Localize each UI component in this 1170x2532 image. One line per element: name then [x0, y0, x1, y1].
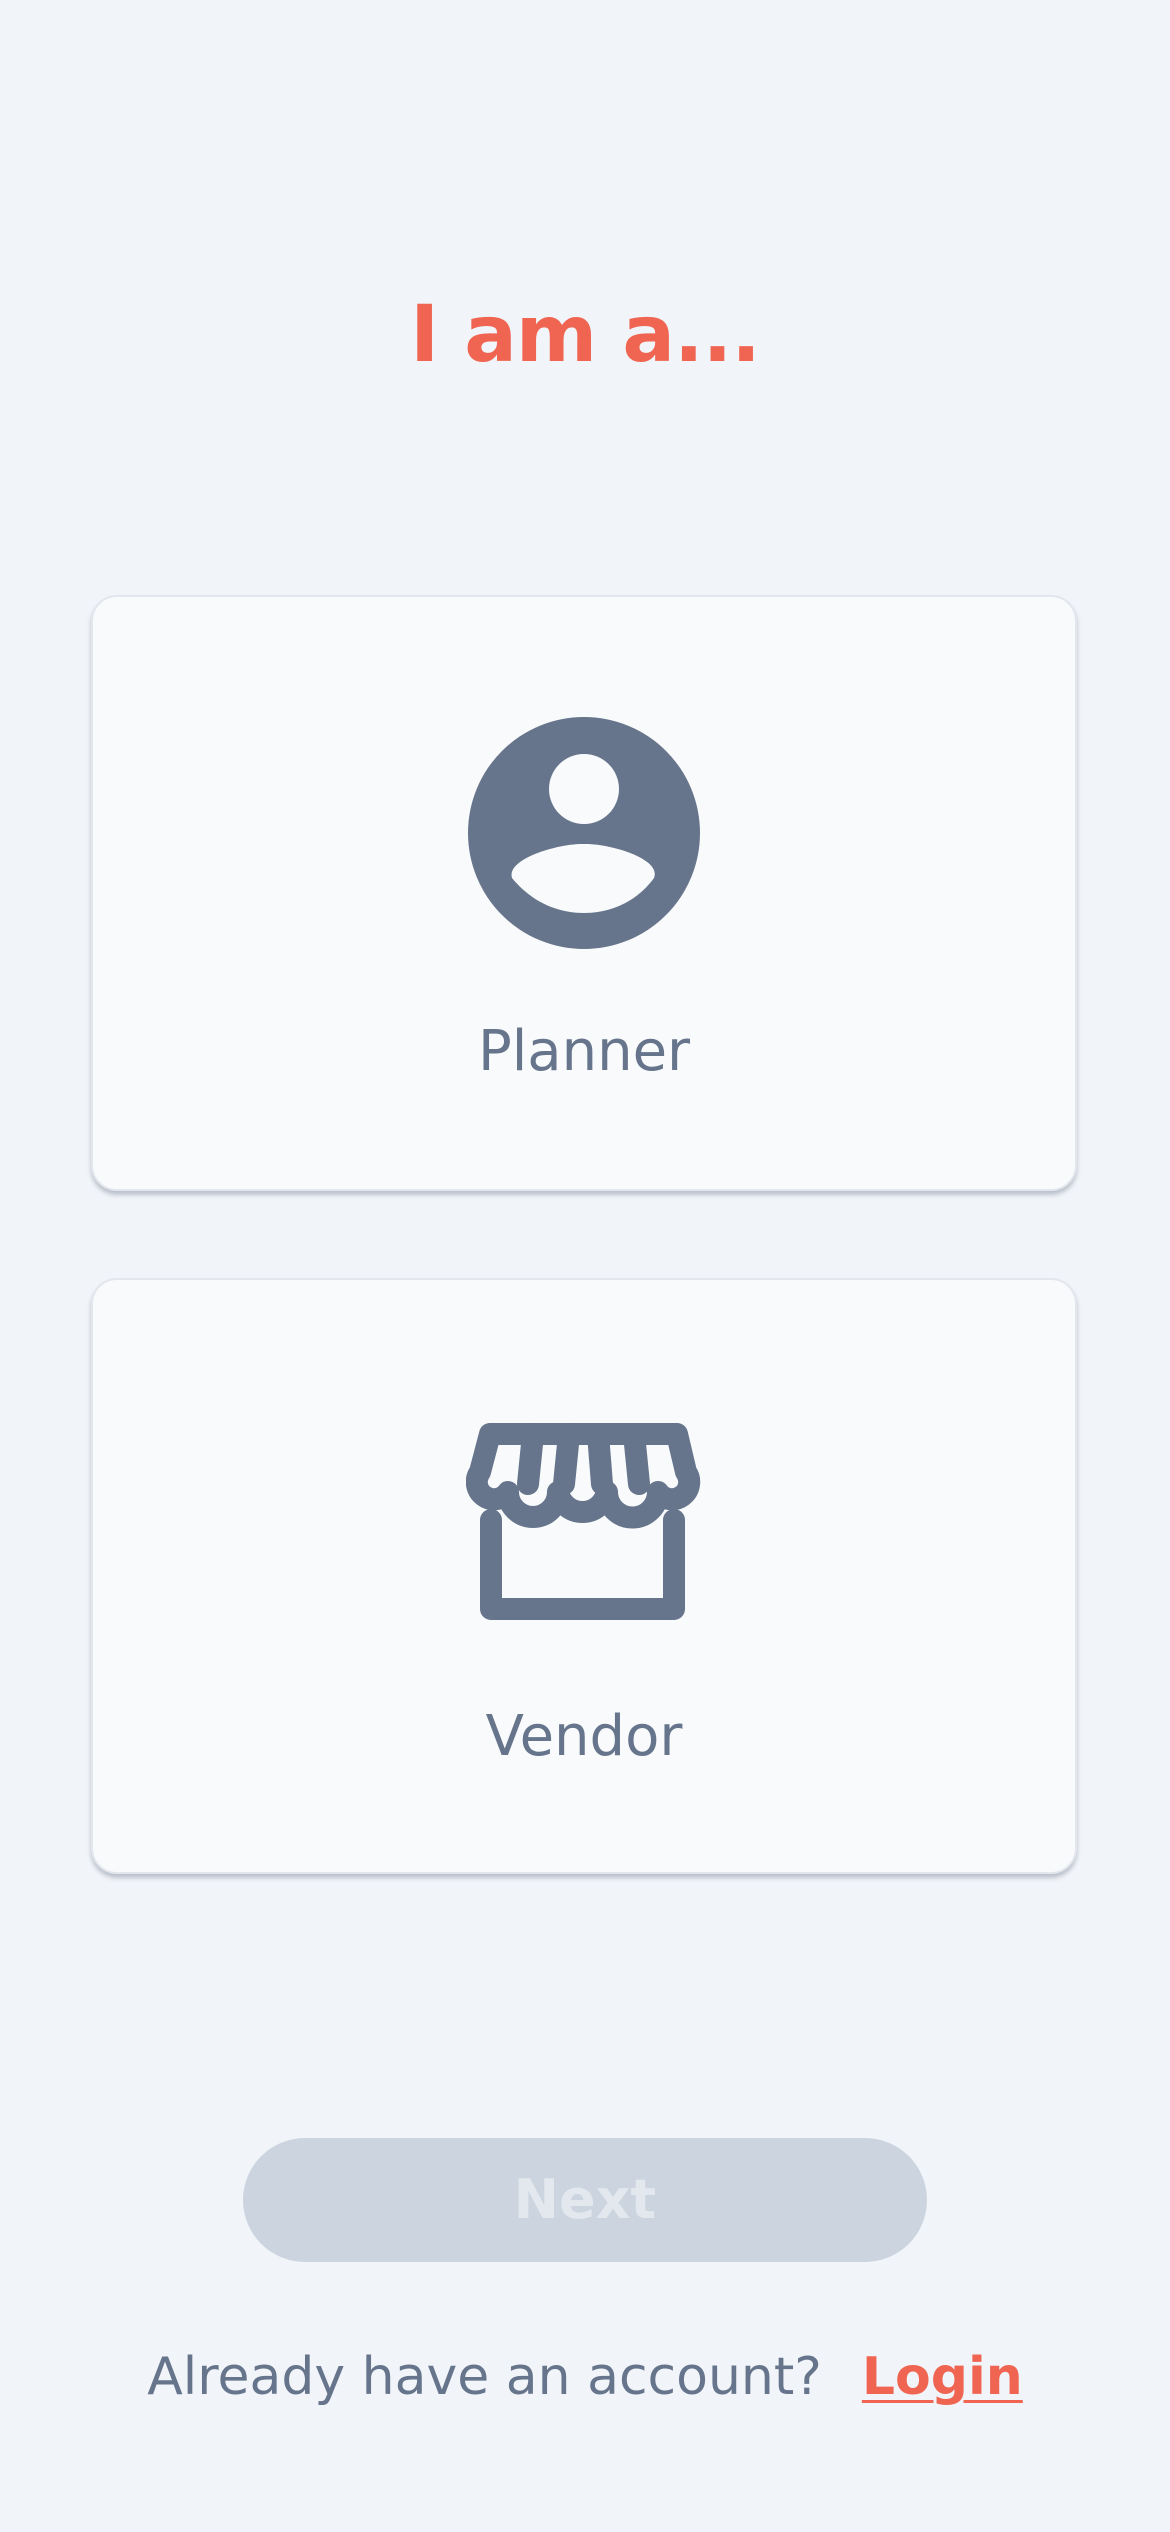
storefront-icon: [466, 1423, 701, 1620]
page-title: I am a...: [410, 290, 761, 380]
next-button[interactable]: Next: [243, 2138, 927, 2262]
login-prompt: Already have an account? Login: [0, 2342, 1170, 2412]
planner-role-card[interactable]: Planner: [91, 595, 1077, 1191]
planner-label: Planner: [477, 1019, 691, 1084]
account-circle-icon: [468, 717, 700, 949]
login-link[interactable]: Login: [862, 2347, 1023, 2407]
vendor-role-card[interactable]: Vendor: [91, 1278, 1077, 1874]
vendor-label: Vendor: [485, 1704, 683, 1769]
login-prompt-text: Already have an account?: [147, 2347, 822, 2407]
